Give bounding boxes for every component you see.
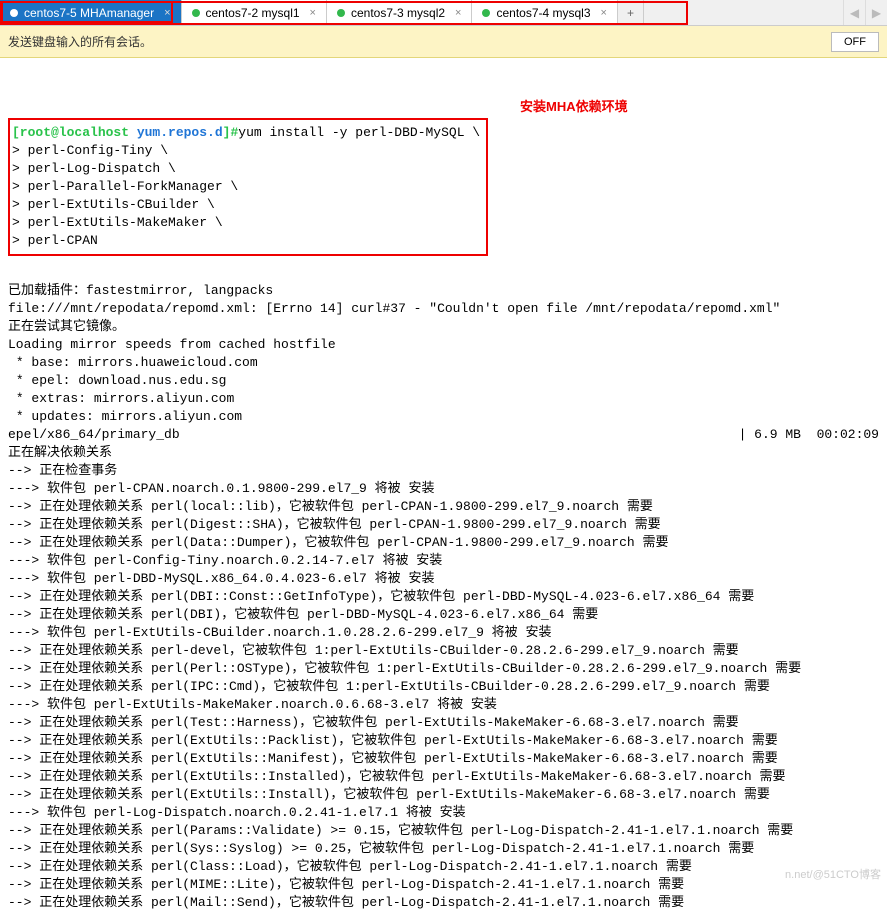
output-line: --> 正在处理依赖关系 perl(MIME::Lite)，它被软件包 perl… [8,876,879,894]
status-dot-icon [482,9,490,17]
tab-label: centos7-2 mysql1 [206,6,300,20]
tab-scroll-right[interactable]: ▶ [865,0,887,25]
status-dot-icon [192,9,200,17]
download-status-line: epel/x86_64/primary_db| 6.9 MB 00:02:09 [8,426,879,444]
output-line: --> 正在处理依赖关系 perl(ExtUtils::Installed)，它… [8,768,879,786]
tab-3[interactable]: centos7-4 mysql3 × [472,0,617,25]
tab-1[interactable]: centos7-2 mysql1 × [182,0,327,25]
broadcast-hint: 发送键盘输入的所有会话。 [8,33,152,50]
command-continuation: > perl-Log-Dispatch \ [12,160,480,178]
tab-bar: centos7-5 MHAmanager×centos7-2 mysql1×ce… [0,0,887,26]
command-continuation: > perl-CPAN [12,232,480,250]
output-line: --> 正在处理依赖关系 perl(local::lib)，它被软件包 perl… [8,498,879,516]
close-icon[interactable]: × [310,7,316,19]
command-continuation: > perl-ExtUtils-CBuilder \ [12,196,480,214]
output-line: --> 正在处理依赖关系 perl-devel，它被软件包 1:perl-Ext… [8,642,879,660]
tab-2[interactable]: centos7-3 mysql2 × [327,0,472,25]
command-continuation: > perl-ExtUtils-MakeMaker \ [12,214,480,232]
status-dot-icon [337,9,345,17]
output-line: ---> 软件包 perl-ExtUtils-CBuilder.noarch.1… [8,624,879,642]
tab-scroll-left[interactable]: ◀ [843,0,865,25]
command-continuation: > perl-Parallel-ForkManager \ [12,178,480,196]
output-line: 已加载插件：fastestmirror, langpacks [8,282,879,300]
output-line: --> 正在处理依赖关系 perl(ExtUtils::Install)，它被软… [8,786,879,804]
command-continuation: > perl-Config-Tiny \ [12,142,480,160]
output-line: --> 正在处理依赖关系 perl(Sys::Syslog) >= 0.25，它… [8,840,879,858]
output-line: --> 正在处理依赖关系 perl(Params::Validate) >= 0… [8,822,879,840]
output-line: --> 正在处理依赖关系 perl(DBI)，它被软件包 perl-DBD-My… [8,606,879,624]
output-line: ---> 软件包 perl-CPAN.noarch.0.1.9800-299.e… [8,480,879,498]
tab-0[interactable]: centos7-5 MHAmanager × [0,0,182,25]
tab-label: centos7-4 mysql3 [496,6,590,20]
output-line: ---> 软件包 perl-Config-Tiny.noarch.0.2.14-… [8,552,879,570]
output-line: --> 正在处理依赖关系 perl(ExtUtils::Packlist)，它被… [8,732,879,750]
command-prompt-line: [root@localhost yum.repos.d]#yum install… [12,124,480,142]
terminal-area[interactable]: 安装MHA依赖环境 [root@localhost yum.repos.d]#y… [0,58,887,282]
output-line: --> 正在检查事务 [8,462,879,480]
output-line: --> 正在处理依赖关系 perl(Perl::OSType)，它被软件包 1:… [8,660,879,678]
output-line: --> 正在处理依赖关系 perl(ExtUtils::Manifest)，它被… [8,750,879,768]
annotation-install-note: 安装MHA依赖环境 [520,98,628,116]
output-line: * extras: mirrors.aliyun.com [8,390,879,408]
annotation-command-box: [root@localhost yum.repos.d]#yum install… [8,118,488,256]
output-line: * base: mirrors.huaweicloud.com [8,354,879,372]
output-line: --> 正在处理依赖关系 perl(Class::Load)，它被软件包 per… [8,858,879,876]
output-line: --> 正在处理依赖关系 perl(DBI::Const::GetInfoTyp… [8,588,879,606]
output-line: * epel: download.nus.edu.sg [8,372,879,390]
output-line: file:///mnt/repodata/repomd.xml: [Errno … [8,300,879,318]
tab-label: centos7-5 MHAmanager [24,6,154,20]
broadcast-bar: 发送键盘输入的所有会话。 OFF [0,26,887,58]
output-line: Loading mirror speeds from cached hostfi… [8,336,879,354]
close-icon[interactable]: × [601,7,607,19]
output-line: ---> 软件包 perl-Log-Dispatch.noarch.0.2.41… [8,804,879,822]
output-line: ---> 软件包 perl-ExtUtils-MakeMaker.noarch.… [8,696,879,714]
output-line: --> 正在处理依赖关系 perl(Data::Dumper)，它被软件包 pe… [8,534,879,552]
output-line: 正在解决依赖关系 [8,444,879,462]
output-line: * updates: mirrors.aliyun.com [8,408,879,426]
output-line: --> 正在处理依赖关系 perl(Test::Harness)，它被软件包 p… [8,714,879,732]
output-line: 正在尝试其它镜像。 [8,318,879,336]
terminal-output[interactable]: 已加载插件：fastestmirror, langpacksfile:///mn… [0,282,887,916]
output-line: --> 正在处理依赖关系 perl(Mail::Send)，它被软件包 perl… [8,894,879,912]
watermark: n.net/@51CTO博客 [785,866,881,882]
output-line: --> 正在处理依赖关系 perl(IPC::Cmd)，它被软件包 1:perl… [8,678,879,696]
tab-label: centos7-3 mysql2 [351,6,445,20]
output-line: ---> 软件包 perl-DBD-MySQL.x86_64.0.4.023-6… [8,570,879,588]
add-tab-button[interactable]: + [618,0,644,25]
status-dot-icon [10,9,18,17]
close-icon[interactable]: × [455,7,461,19]
output-line: --> 正在处理依赖关系 perl(Digest::SHA)，它被软件包 per… [8,516,879,534]
close-icon[interactable]: × [164,7,170,19]
broadcast-off-button[interactable]: OFF [831,32,879,52]
